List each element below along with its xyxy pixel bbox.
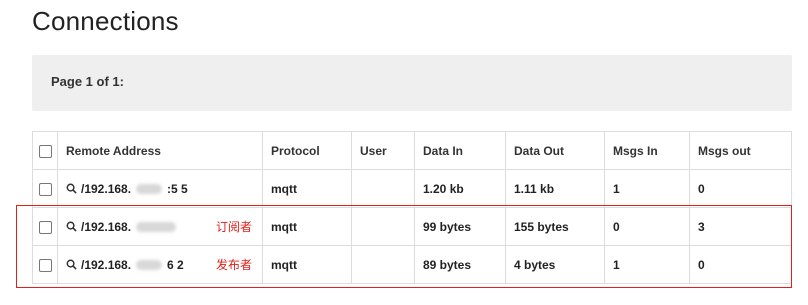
remote-address-cell: /192.168. 订阅者 xyxy=(57,207,263,246)
redacted-block xyxy=(136,221,177,232)
user-cell xyxy=(351,169,415,208)
user-cell xyxy=(351,245,415,284)
msgs-in-cell: 1 xyxy=(604,245,690,284)
subscriber-annotation: 订阅者 xyxy=(216,220,253,234)
protocol-cell: mqtt xyxy=(262,207,352,246)
select-all-cell xyxy=(32,131,58,170)
redacted-block xyxy=(136,259,163,270)
remote-address-link[interactable]: /192.168. :5 5 xyxy=(66,182,254,196)
col-msgs-in[interactable]: Msgs In xyxy=(604,131,690,170)
msgs-out-cell: 0 xyxy=(689,169,792,208)
remote-address-cell: /192.168. 6 2 发布者 xyxy=(57,245,263,284)
row-checkbox[interactable] xyxy=(39,220,52,234)
zoom-icon[interactable] xyxy=(66,259,77,270)
remote-address-link[interactable]: /192.168. 订阅者 xyxy=(66,220,254,234)
protocol-cell: mqtt xyxy=(262,169,352,208)
zoom-icon[interactable] xyxy=(66,183,77,194)
connections-table: Remote Address Protocol User Data In Dat… xyxy=(32,131,792,284)
col-data-out[interactable]: Data Out xyxy=(505,131,605,170)
publisher-annotation: 发布者 xyxy=(216,258,253,272)
table-header-row: Remote Address Protocol User Data In Dat… xyxy=(32,131,792,170)
remote-address-link[interactable]: /192.168. 6 2 发布者 xyxy=(66,258,254,272)
data-out-cell: 1.11 kb xyxy=(505,169,605,208)
row-checkbox[interactable] xyxy=(39,258,52,272)
col-protocol[interactable]: Protocol xyxy=(262,131,352,170)
pager-bar: Page 1 of 1: xyxy=(32,55,792,111)
data-out-cell: 4 bytes xyxy=(505,245,605,284)
address-suffix: 6 2 xyxy=(167,257,184,272)
msgs-in-cell: 1 xyxy=(604,169,690,208)
zoom-icon[interactable] xyxy=(66,221,77,232)
col-data-in[interactable]: Data In xyxy=(414,131,506,170)
row-select-cell xyxy=(32,169,58,208)
col-msgs-out[interactable]: Msgs out xyxy=(689,131,792,170)
msgs-in-cell: 0 xyxy=(604,207,690,246)
msgs-out-cell: 3 xyxy=(689,207,792,246)
msgs-out-cell: 0 xyxy=(689,245,792,284)
address-prefix: /192.168. xyxy=(81,257,132,272)
data-in-cell: 89 bytes xyxy=(414,245,506,284)
address-suffix: :5 5 xyxy=(167,181,188,196)
protocol-cell: mqtt xyxy=(262,245,352,284)
col-user[interactable]: User xyxy=(351,131,415,170)
row-select-cell xyxy=(32,207,58,246)
col-remote-address[interactable]: Remote Address xyxy=(57,131,263,170)
data-in-cell: 1.20 kb xyxy=(414,169,506,208)
row-select-cell xyxy=(32,245,58,284)
data-out-cell: 155 bytes xyxy=(505,207,605,246)
pager-label: Page 1 of 1: xyxy=(51,74,124,89)
page-title: Connections xyxy=(32,6,179,36)
address-prefix: /192.168. xyxy=(81,181,132,196)
connections-page: Connections Page 1 of 1: Remote Address … xyxy=(0,0,808,305)
remote-address-cell: /192.168. :5 5 xyxy=(57,169,263,208)
row-checkbox[interactable] xyxy=(39,182,52,196)
table-row: /192.168. 订阅者 mqtt 99 bytes 155 bytes 0 … xyxy=(32,207,792,246)
table-row: /192.168. 6 2 发布者 mqtt 89 bytes 4 bytes 1… xyxy=(32,245,792,284)
user-cell xyxy=(351,207,415,246)
data-in-cell: 99 bytes xyxy=(414,207,506,246)
table-row: /192.168. :5 5 mqtt 1.20 kb 1.11 kb 1 0 xyxy=(32,169,792,208)
select-all-checkbox[interactable] xyxy=(39,144,52,158)
redacted-block xyxy=(136,183,163,194)
address-prefix: /192.168. xyxy=(81,219,132,234)
